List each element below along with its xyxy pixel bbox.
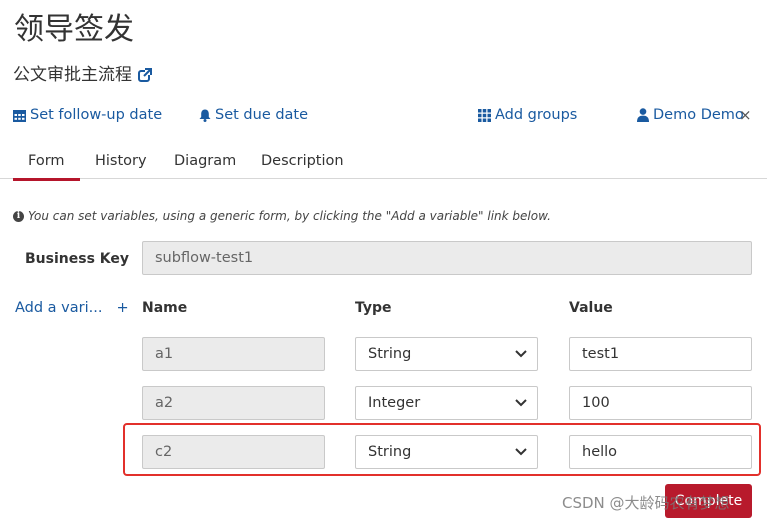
variable-type-select[interactable]: Integer [355, 386, 538, 420]
set-due-date-label: Set due date [215, 107, 309, 123]
tab-diagram[interactable]: Diagram [174, 151, 236, 171]
page-title: 领导签发 [14, 12, 134, 47]
complete-button[interactable]: Complete [665, 484, 752, 518]
add-groups-link[interactable]: Add groups [478, 105, 577, 125]
info-icon: i [13, 210, 24, 222]
plus-icon: + [116, 300, 129, 316]
process-name: 公文审批主流程 [13, 65, 132, 85]
set-follow-up-date-link[interactable]: Set follow-up date [13, 105, 162, 125]
task-tabs: Form History Diagram Description [0, 145, 767, 181]
chevron-down-icon [515, 350, 527, 358]
column-header-name: Name [142, 300, 188, 316]
remove-assignee-icon[interactable]: × [739, 106, 752, 124]
process-definition-link[interactable]: 公文审批主流程 [13, 64, 152, 86]
variable-name-field[interactable]: a1 [142, 337, 325, 371]
set-due-date-link[interactable]: Set due date [199, 105, 308, 125]
set-follow-up-date-label: Set follow-up date [30, 107, 163, 123]
chevron-down-icon [515, 399, 527, 407]
bell-icon [199, 109, 211, 122]
tab-history[interactable]: History [95, 151, 147, 171]
user-icon [637, 108, 649, 122]
add-variable-label: Add a vari... [15, 300, 103, 316]
variable-value-field[interactable]: 100 [569, 386, 752, 420]
add-groups-label: Add groups [495, 107, 578, 123]
highlight-annotation [123, 423, 761, 476]
tab-description[interactable]: Description [261, 151, 344, 171]
column-header-value: Value [569, 300, 613, 316]
external-link-icon[interactable] [138, 68, 152, 82]
variable-type-value: Integer [368, 395, 421, 411]
variable-type-select[interactable]: String [355, 337, 538, 371]
task-form-page: 领导签发 公文审批主流程 Set follow-up date Set due … [0, 0, 767, 521]
form-hint: i You can set variables, using a generic… [13, 207, 551, 225]
add-variable-link[interactable]: Add a vari... + [15, 298, 129, 318]
business-key-field[interactable]: subflow-test1 [142, 241, 752, 275]
business-key-label: Business Key [25, 251, 129, 267]
column-header-type: Type [355, 300, 392, 316]
form-hint-text: You can set variables, using a generic f… [28, 209, 551, 223]
variable-type-value: String [368, 346, 412, 362]
variable-name-field[interactable]: a2 [142, 386, 325, 420]
calendar-icon [13, 109, 26, 122]
grid-icon [478, 108, 491, 122]
variable-value-field[interactable]: test1 [569, 337, 752, 371]
assignee-name: Demo Demo [653, 107, 744, 123]
assignee-link[interactable]: Demo Demo [637, 105, 744, 125]
tab-form[interactable]: Form [13, 151, 79, 181]
